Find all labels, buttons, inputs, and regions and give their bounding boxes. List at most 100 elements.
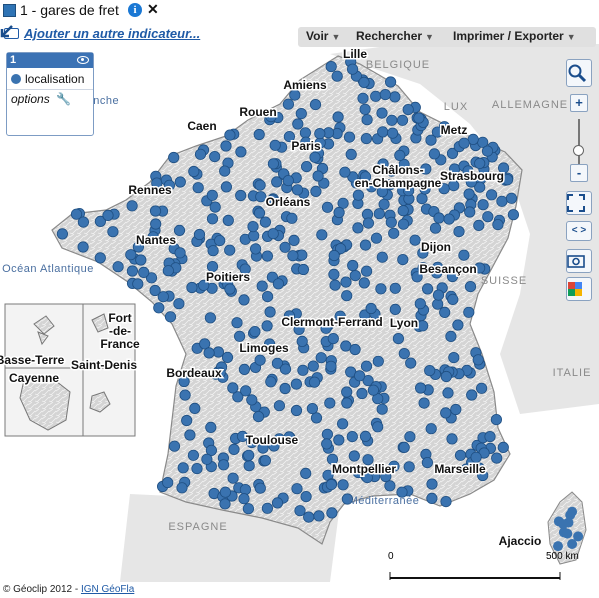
freight-station-point[interactable] <box>238 493 250 505</box>
freight-station-point[interactable] <box>164 311 177 323</box>
freight-station-point[interactable] <box>138 266 150 278</box>
freight-station-point[interactable] <box>490 413 502 426</box>
freight-station-point[interactable] <box>207 245 219 257</box>
freight-station-point[interactable] <box>312 170 324 182</box>
freight-station-point[interactable] <box>157 291 169 303</box>
freight-station-point[interactable] <box>418 397 430 409</box>
freight-station-point[interactable] <box>132 278 144 290</box>
freight-station-point[interactable] <box>424 364 436 377</box>
freight-station-point[interactable] <box>279 363 292 375</box>
freight-station-point[interactable] <box>238 363 250 375</box>
freight-station-point[interactable] <box>340 340 352 352</box>
freight-station-point[interactable] <box>253 207 266 219</box>
legend-item[interactable]: localisation <box>11 72 84 86</box>
freight-station-point[interactable] <box>176 482 188 494</box>
add-indicator-link[interactable]: Ajouter un autre indicateur... <box>24 26 200 41</box>
freight-station-point[interactable] <box>417 320 429 332</box>
freight-station-point[interactable] <box>273 400 285 412</box>
freight-station-point[interactable] <box>394 149 406 161</box>
freight-station-point[interactable] <box>325 478 337 491</box>
freight-station-point[interactable] <box>349 343 361 356</box>
freight-station-point[interactable] <box>454 449 467 461</box>
freight-station-point[interactable] <box>203 347 215 359</box>
menu-rechercher[interactable]: Rechercher ▼ <box>356 29 434 43</box>
freight-station-point[interactable] <box>102 209 114 221</box>
freight-station-point[interactable] <box>429 222 442 234</box>
freight-station-point[interactable] <box>235 146 247 158</box>
freight-station-point[interactable] <box>404 431 416 443</box>
google-icon[interactable] <box>566 277 592 301</box>
freight-station-point[interactable] <box>187 449 199 461</box>
freight-station-point[interactable] <box>326 507 338 519</box>
freight-station-point[interactable] <box>472 354 484 366</box>
freight-station-point[interactable] <box>496 195 508 207</box>
freight-station-point[interactable] <box>288 234 300 246</box>
info-icon[interactable]: i <box>128 3 142 17</box>
freight-station-point[interactable] <box>299 127 311 139</box>
freight-station-point[interactable] <box>341 386 353 398</box>
freight-station-point[interactable] <box>365 302 377 315</box>
freight-station-point[interactable] <box>308 376 321 388</box>
freight-station-point[interactable] <box>343 131 356 143</box>
freight-station-point[interactable] <box>348 450 360 462</box>
freight-station-point[interactable] <box>396 114 409 126</box>
freight-station-point[interactable] <box>453 226 465 238</box>
freight-station-point[interactable] <box>378 198 390 210</box>
zoom-in-button[interactable]: + <box>570 94 588 112</box>
freight-station-point[interactable] <box>239 483 251 496</box>
freight-station-point[interactable] <box>359 103 371 115</box>
freight-station-point[interactable] <box>349 270 361 282</box>
freight-station-point[interactable] <box>329 279 341 291</box>
freight-station-point[interactable] <box>392 332 404 345</box>
freight-station-point[interactable] <box>414 382 427 394</box>
freight-station-point[interactable] <box>162 476 174 489</box>
freight-station-point[interactable] <box>218 459 230 471</box>
pan-arrows-icon[interactable]: < > <box>566 221 592 241</box>
freight-station-point[interactable] <box>497 441 509 453</box>
freight-station-point[interactable] <box>505 192 518 204</box>
freight-station-point[interactable] <box>295 108 307 120</box>
freight-station-point[interactable] <box>341 290 353 302</box>
freight-station-point[interactable] <box>314 128 326 140</box>
freight-station-point[interactable] <box>397 254 409 266</box>
freight-station-point[interactable] <box>421 283 434 295</box>
freight-station-point[interactable] <box>227 472 239 484</box>
freight-station-point[interactable] <box>214 235 226 247</box>
legend-options[interactable]: options 🔧 <box>11 92 71 106</box>
freight-station-point[interactable] <box>243 449 255 461</box>
freight-station-point[interactable] <box>458 137 470 149</box>
freight-station-point[interactable] <box>297 364 309 376</box>
freight-station-point[interactable] <box>321 438 333 450</box>
freight-station-point[interactable] <box>463 188 475 200</box>
freight-station-point[interactable] <box>290 404 303 417</box>
freight-station-point[interactable] <box>287 250 299 262</box>
freight-station-point[interactable] <box>375 283 387 295</box>
freight-station-point[interactable] <box>440 407 452 419</box>
freight-station-point[interactable] <box>310 412 323 424</box>
freight-station-point[interactable] <box>186 281 198 294</box>
freight-station-point[interactable] <box>353 370 366 382</box>
freight-station-point[interactable] <box>313 510 325 522</box>
freight-station-point[interactable] <box>77 216 90 228</box>
freight-station-point[interactable] <box>373 208 385 220</box>
freight-station-point[interactable] <box>209 151 221 163</box>
freight-station-point[interactable] <box>174 176 186 188</box>
zoom-out-button[interactable]: - <box>570 164 588 182</box>
freight-station-point[interactable] <box>475 382 488 394</box>
freight-station-point[interactable] <box>220 181 232 193</box>
freight-station-point[interactable] <box>261 320 273 332</box>
freight-station-point[interactable] <box>352 189 364 201</box>
freight-station-point[interactable] <box>265 376 277 388</box>
freight-station-point[interactable] <box>300 467 312 479</box>
freight-station-point[interactable] <box>206 189 218 201</box>
freight-station-point[interactable] <box>255 191 267 203</box>
freight-station-point[interactable] <box>491 452 503 464</box>
freight-station-point[interactable] <box>227 382 239 394</box>
freight-station-point[interactable] <box>367 384 379 396</box>
freight-station-point[interactable] <box>250 243 262 255</box>
freight-station-point[interactable] <box>282 98 294 110</box>
freight-station-point[interactable] <box>77 241 89 253</box>
freight-station-point[interactable] <box>291 483 303 495</box>
freight-station-point[interactable] <box>362 217 374 229</box>
freight-station-point[interactable] <box>234 330 246 342</box>
